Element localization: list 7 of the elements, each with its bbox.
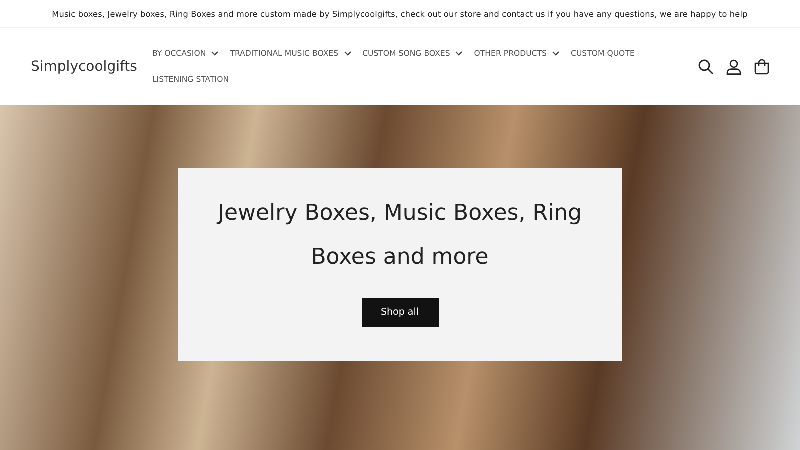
announcement-text: Music boxes, Jewelry boxes, Ring Boxes and more custom made by Simplycoolgifts, check out our store and contact us if you have any questions, we are happy to help bbox=[52, 8, 748, 18]
banner-heading: Jewelry Boxes, Music Boxes, Ring Boxes and more bbox=[216, 200, 584, 272]
search-icon[interactable] bbox=[698, 58, 714, 74]
shop-all-button[interactable]: Shop all bbox=[362, 298, 438, 327]
store-logo[interactable]: Simplycoolgifts bbox=[31, 58, 138, 74]
cart-icon[interactable] bbox=[754, 58, 770, 74]
account-icon[interactable] bbox=[726, 58, 742, 74]
